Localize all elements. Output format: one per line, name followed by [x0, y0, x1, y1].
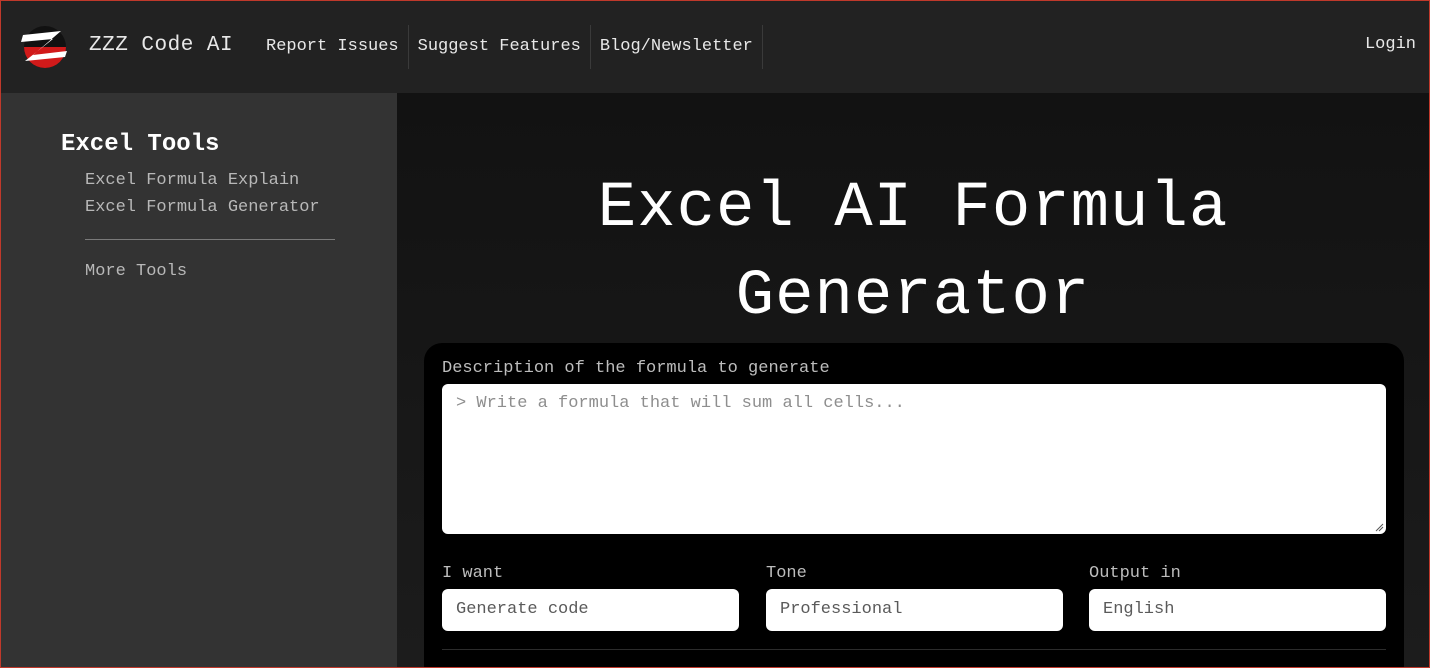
- output-language-label: Output in: [1089, 564, 1181, 583]
- login-link[interactable]: Login: [1365, 35, 1416, 54]
- sidebar-heading: Excel Tools: [61, 131, 220, 158]
- main-content: Excel AI Formula Generator Description o…: [397, 93, 1429, 667]
- want-select[interactable]: Generate code: [442, 589, 739, 631]
- page-title-line1: Excel AI Formula: [597, 173, 1229, 245]
- description-label: Description of the formula to generate: [442, 359, 830, 378]
- nav-links: Report Issues Suggest Features Blog/News…: [257, 25, 763, 69]
- brand-name[interactable]: ZZZ Code AI: [89, 34, 233, 57]
- sidebar: Excel Tools Excel Formula Explain Excel …: [1, 93, 397, 667]
- zzz-logo-icon[interactable]: [17, 25, 73, 69]
- want-label: I want: [442, 564, 504, 583]
- sidebar-item-more-tools[interactable]: More Tools: [85, 262, 187, 281]
- tone-select[interactable]: Professional: [766, 589, 1063, 631]
- nav-blog-newsletter[interactable]: Blog/Newsletter: [591, 25, 763, 69]
- sidebar-divider: [85, 239, 335, 240]
- page-title: Excel AI Formula Generator: [397, 165, 1429, 341]
- app-window: ZZZ Code AI Report Issues Suggest Featur…: [0, 0, 1430, 668]
- formula-form-panel: Description of the formula to generate >…: [424, 343, 1404, 667]
- description-textarea[interactable]: > Write a formula that will sum all cell…: [442, 384, 1386, 534]
- description-placeholder: > Write a formula that will sum all cell…: [456, 394, 905, 413]
- resize-grip-icon[interactable]: [1374, 522, 1384, 532]
- output-language-select[interactable]: English: [1089, 589, 1386, 631]
- sidebar-item-excel-formula-generator[interactable]: Excel Formula Generator: [85, 198, 320, 217]
- tone-label: Tone: [766, 564, 807, 583]
- nav-suggest-features[interactable]: Suggest Features: [409, 25, 591, 69]
- top-navbar: ZZZ Code AI Report Issues Suggest Featur…: [1, 1, 1429, 93]
- form-divider: [442, 649, 1386, 650]
- nav-report-issues[interactable]: Report Issues: [257, 25, 409, 69]
- sidebar-item-excel-formula-explain[interactable]: Excel Formula Explain: [85, 171, 299, 190]
- page-title-line2: Generator: [735, 261, 1091, 333]
